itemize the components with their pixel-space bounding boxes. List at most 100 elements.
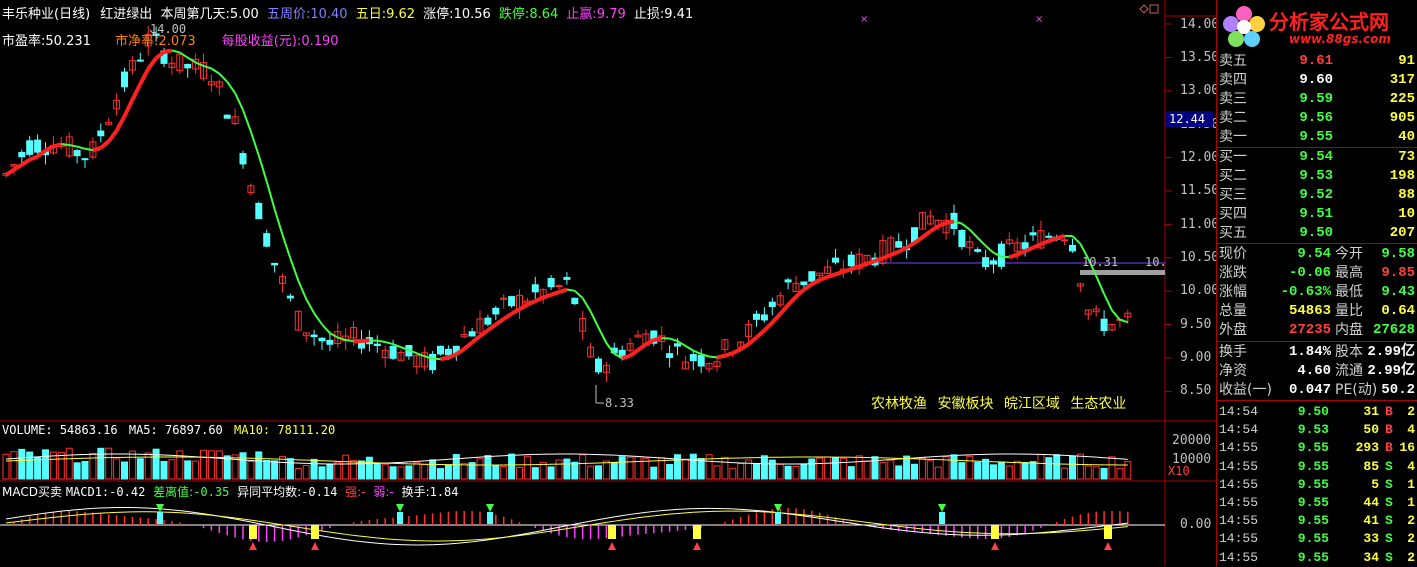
- ma-line-segment: [140, 69, 148, 84]
- price-tick: 9.00: [1180, 350, 1211, 365]
- tick-price: 9.53: [1279, 420, 1329, 439]
- order-book-buy-row[interactable]: 买一9.5473: [1219, 148, 1417, 167]
- volume-ma5-segment: [251, 460, 259, 461]
- ma-line-segment: [583, 298, 591, 311]
- dea-line-segment: [654, 515, 662, 516]
- sector-tag[interactable]: 皖江区域: [1004, 396, 1060, 412]
- ma-line-segment: [543, 295, 551, 298]
- kline-chart-area[interactable]: ×× 丰乐种业(日线) 红进绿出 本周第几天:5.00 五周价:10.40 五日…: [0, 0, 1165, 566]
- signal-bar: [157, 512, 163, 524]
- signal-bar: [991, 525, 999, 539]
- volume-ma5-segment: [243, 460, 251, 461]
- volume-bar: [82, 461, 88, 479]
- volume-bar: [3, 454, 9, 479]
- volume-bar: [864, 461, 870, 479]
- diff-line-segment: [283, 528, 291, 530]
- order-book-buy-row[interactable]: 买二9.53198: [1219, 167, 1417, 186]
- diff-line-segment: [243, 521, 251, 523]
- tick-time: 14:55: [1219, 493, 1258, 512]
- sector-tag[interactable]: 生态农业: [1070, 396, 1126, 412]
- ma-line-segment: [148, 58, 156, 69]
- pe-label: 市盈率:: [2, 34, 45, 49]
- candle-body: [137, 60, 143, 61]
- dea-line-segment: [867, 522, 875, 523]
- candle-body: [240, 154, 246, 164]
- volume-bar: [904, 456, 910, 479]
- ma-line-segment: [46, 146, 54, 150]
- volume-bar: [137, 459, 143, 479]
- diff-line-segment: [638, 512, 646, 513]
- window-button-icon: [1150, 5, 1158, 13]
- tick-price: 9.50: [1279, 402, 1329, 421]
- candle-body: [509, 297, 515, 306]
- ma-line-segment: [820, 277, 828, 280]
- volume-bar: [11, 452, 17, 479]
- ma-line-segment: [907, 243, 915, 248]
- diff-line-segment: [646, 511, 654, 512]
- volume-bar: [556, 460, 562, 479]
- dea-line-segment: [330, 532, 338, 533]
- volume-bar: [777, 464, 783, 479]
- trade-tick-row: 14:559.5585S4: [1219, 457, 1417, 476]
- eps-value: 0.190: [301, 34, 338, 49]
- volume-bar: [509, 454, 515, 479]
- order-book-sell-row[interactable]: 卖一9.5540: [1219, 128, 1417, 147]
- diff-line-segment: [1049, 531, 1057, 532]
- dea-line-segment: [638, 517, 646, 518]
- volume-bar: [129, 451, 135, 479]
- diff-line-segment: [180, 511, 188, 512]
- candle-body: [572, 298, 578, 303]
- diff-line-segment: [907, 531, 915, 532]
- volume-bar: [216, 451, 222, 479]
- order-book-buy-row[interactable]: 买四9.5110: [1219, 205, 1417, 224]
- ma-line-segment: [1120, 320, 1128, 322]
- order-volume: 198: [1390, 167, 1415, 186]
- dea-line-segment: [259, 521, 267, 522]
- dea-line-segment: [535, 532, 543, 533]
- ma-line-segment: [283, 235, 291, 259]
- sector-tag[interactable]: 安徽板块: [937, 396, 993, 412]
- order-label: 买三: [1219, 186, 1247, 205]
- buy-signal-arrow-icon: [991, 542, 999, 550]
- volume-ma5-segment: [30, 457, 38, 458]
- volume-ma5-segment: [693, 460, 701, 461]
- weak-value: -: [389, 485, 393, 499]
- stat-value: 27628: [1373, 321, 1415, 340]
- diff-line-segment: [812, 517, 820, 518]
- price-tick: 13.00: [1180, 83, 1219, 98]
- volume-ma5-segment: [441, 459, 449, 460]
- diff-line-segment: [472, 541, 480, 542]
- order-book-sell-row[interactable]: 卖四9.60317: [1219, 71, 1417, 90]
- order-book-sell-row[interactable]: 卖二9.56905: [1219, 109, 1417, 128]
- volume-bar: [912, 464, 918, 479]
- tick-count: 1: [1407, 475, 1415, 494]
- stat-value: 4.60: [1263, 362, 1331, 381]
- order-book-buy-row[interactable]: 买三9.5288: [1219, 186, 1417, 205]
- ma-line-segment: [14, 165, 22, 170]
- sector-tag[interactable]: 农林牧渔: [871, 396, 927, 412]
- tick-count: 2: [1407, 402, 1415, 421]
- candle-body: [1022, 243, 1028, 249]
- tick-time: 14:55: [1219, 438, 1258, 457]
- order-book-buy-row[interactable]: 买五9.50207: [1219, 224, 1417, 243]
- stat-value: 2.99亿: [1367, 362, 1415, 381]
- candle-body: [287, 296, 293, 298]
- order-book-sell-row[interactable]: 卖五9.6191: [1219, 52, 1417, 71]
- kline-chart[interactable]: ××: [0, 0, 1216, 566]
- volume-bar: [58, 452, 64, 479]
- candle-body: [848, 255, 854, 266]
- divider: [1217, 243, 1417, 244]
- week-day-label: 本周第几天:: [160, 7, 229, 22]
- dea-line-segment: [393, 539, 401, 540]
- volume-bar: [722, 457, 728, 479]
- order-label: 卖二: [1219, 109, 1247, 128]
- turnover-label: 换手:: [402, 485, 430, 499]
- stat-row: 现价9.54今开9.58: [1219, 245, 1417, 264]
- ma-line-segment: [891, 252, 899, 255]
- order-price: 9.59: [1269, 90, 1333, 109]
- diff-line-segment: [630, 513, 638, 514]
- order-book-sell-row[interactable]: 卖三9.59225: [1219, 90, 1417, 109]
- zs-value: 9.41: [664, 7, 693, 22]
- volume-bar: [754, 464, 760, 479]
- ma-line-segment: [441, 358, 449, 359]
